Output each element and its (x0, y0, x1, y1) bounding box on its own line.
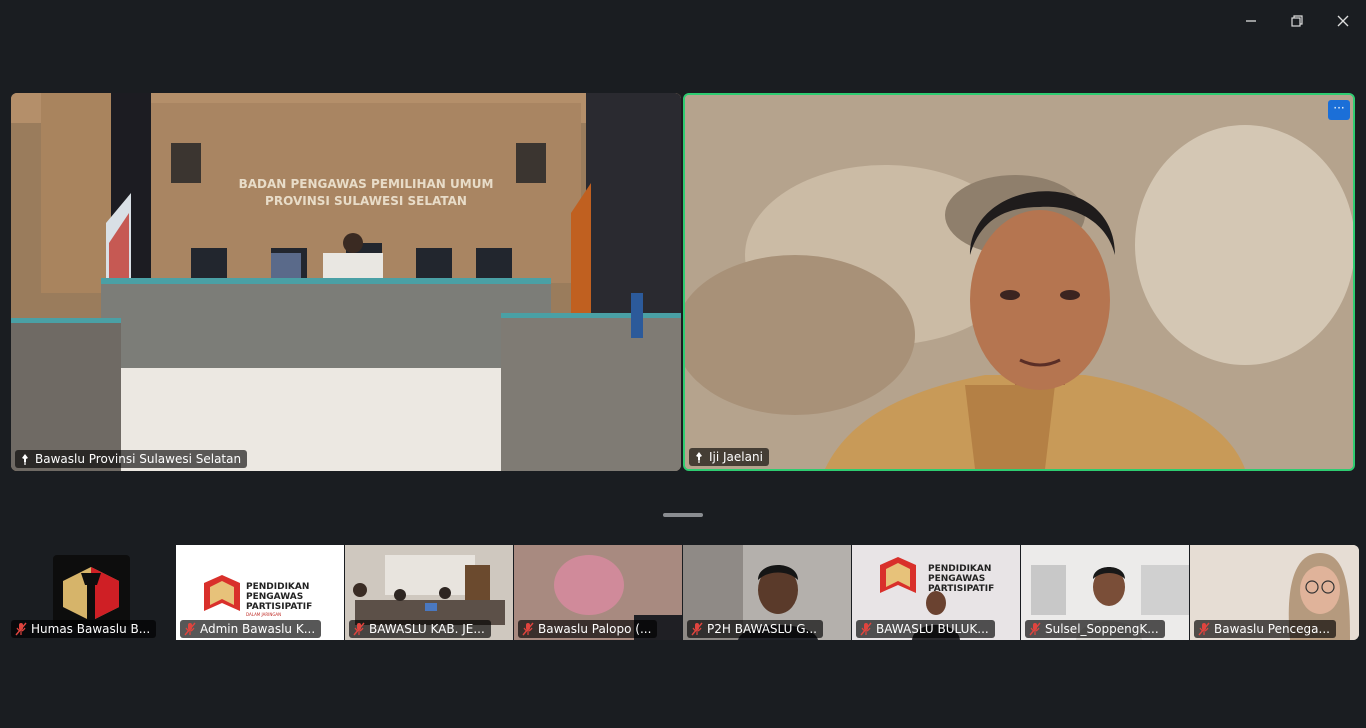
logo-line-1: PENDIDIKAN (928, 564, 991, 574)
room-wall-text-2: PROVINSI SULAWESI SELATAN (265, 194, 467, 208)
close-icon (1337, 15, 1349, 27)
microphone-muted-icon (860, 622, 872, 636)
participant-name: Sulsel_SoppengK... (1045, 622, 1159, 636)
participant-name: BAWASLU KAB. JE... (369, 622, 485, 636)
participant-name: Bawaslu Pencega... (1214, 622, 1330, 636)
participant-name: BAWASLU BULUK... (876, 622, 989, 636)
participant-name-tag: Humas Bawaslu B... (11, 620, 157, 638)
participant-name-tag: Bawaslu Pencega... (1194, 620, 1336, 638)
microphone-muted-icon (522, 622, 534, 636)
microphone-muted-icon (184, 622, 196, 636)
microphone-muted-icon (353, 622, 365, 636)
microphone-muted-icon (15, 622, 27, 636)
pin-icon (22, 453, 28, 465)
participant-name: Admin Bawaslu K... (200, 622, 316, 636)
video-tile-strip-1[interactable]: Humas Bawaslu B... (7, 545, 175, 640)
participant-name-tag: Sulsel_SoppengK... (1025, 620, 1165, 638)
participant-name: Humas Bawaslu B... (31, 622, 151, 636)
logo-line-2: PENGAWAS (928, 574, 985, 584)
video-tile-strip-7[interactable]: Sulsel_SoppengK... (1021, 545, 1189, 640)
participant-name-tag: Iji Jaelani (689, 448, 769, 466)
participant-name-tag: Bawaslu Palopo (... (518, 620, 658, 638)
participant-name: Iji Jaelani (709, 450, 763, 464)
pin-icon (696, 451, 702, 463)
participant-name-tag: Admin Bawaslu K... (180, 620, 322, 638)
video-tile-strip-4[interactable]: Bawaslu Palopo (... (514, 545, 682, 640)
speaker-video-feed (685, 95, 1353, 469)
more-options-button[interactable]: ··· (1328, 100, 1350, 120)
video-tile-strip-8[interactable]: Bawaslu Pencega... (1190, 545, 1359, 640)
restore-icon (1291, 15, 1303, 27)
logo-line-1: PENDIDIKAN (246, 582, 309, 592)
participant-name-tag: BAWASLU KAB. JE... (349, 620, 491, 638)
logo-line-4: DALAM JARINGAN (246, 612, 281, 617)
video-tile-strip-2[interactable]: PENDIDIKAN PENGAWAS PARTISIPATIF DALAM J… (176, 545, 344, 640)
participant-name-tag: BAWASLU BULUK... (856, 620, 995, 638)
logo-line-3: PARTISIPATIF (246, 602, 312, 612)
restore-button[interactable] (1282, 10, 1312, 34)
participant-name-tag: Bawaslu Provinsi Sulawesi Selatan (15, 450, 248, 468)
video-tile-strip-6[interactable]: PENDIDIKAN PENGAWAS PARTISIPATIF BAWASLU… (852, 545, 1020, 640)
participant-name: Bawaslu Provinsi Sulawesi Selatan (35, 452, 242, 466)
logo-line-2: PENGAWAS (246, 592, 303, 602)
microphone-muted-icon (1029, 622, 1041, 636)
room-wall-text-1: BADAN PENGAWAS PEMILIHAN UMUM (239, 177, 494, 191)
minimize-button[interactable] (1236, 10, 1266, 34)
video-tile-strip-5[interactable]: P2H BAWASLU G... (683, 545, 851, 640)
participant-name: Bawaslu Palopo (... (538, 622, 652, 636)
minimize-icon (1246, 20, 1256, 22)
video-tile-strip-3[interactable]: BAWASLU KAB. JE... (345, 545, 513, 640)
video-tile-main-1[interactable]: BADAN PENGAWAS PEMILIHAN UMUM PROVINSI S… (11, 93, 681, 471)
microphone-muted-icon (691, 622, 703, 636)
participant-name-tag: P2H BAWASLU G... (687, 620, 823, 638)
room-video-feed: BADAN PENGAWAS PEMILIHAN UMUM PROVINSI S… (11, 93, 681, 471)
participant-name: P2H BAWASLU G... (707, 622, 817, 636)
microphone-muted-icon (1198, 622, 1210, 636)
video-tile-main-2[interactable]: ··· Iji Jaelani (683, 93, 1355, 471)
close-button[interactable] (1328, 10, 1358, 34)
layout-splitter-handle[interactable] (663, 513, 703, 517)
